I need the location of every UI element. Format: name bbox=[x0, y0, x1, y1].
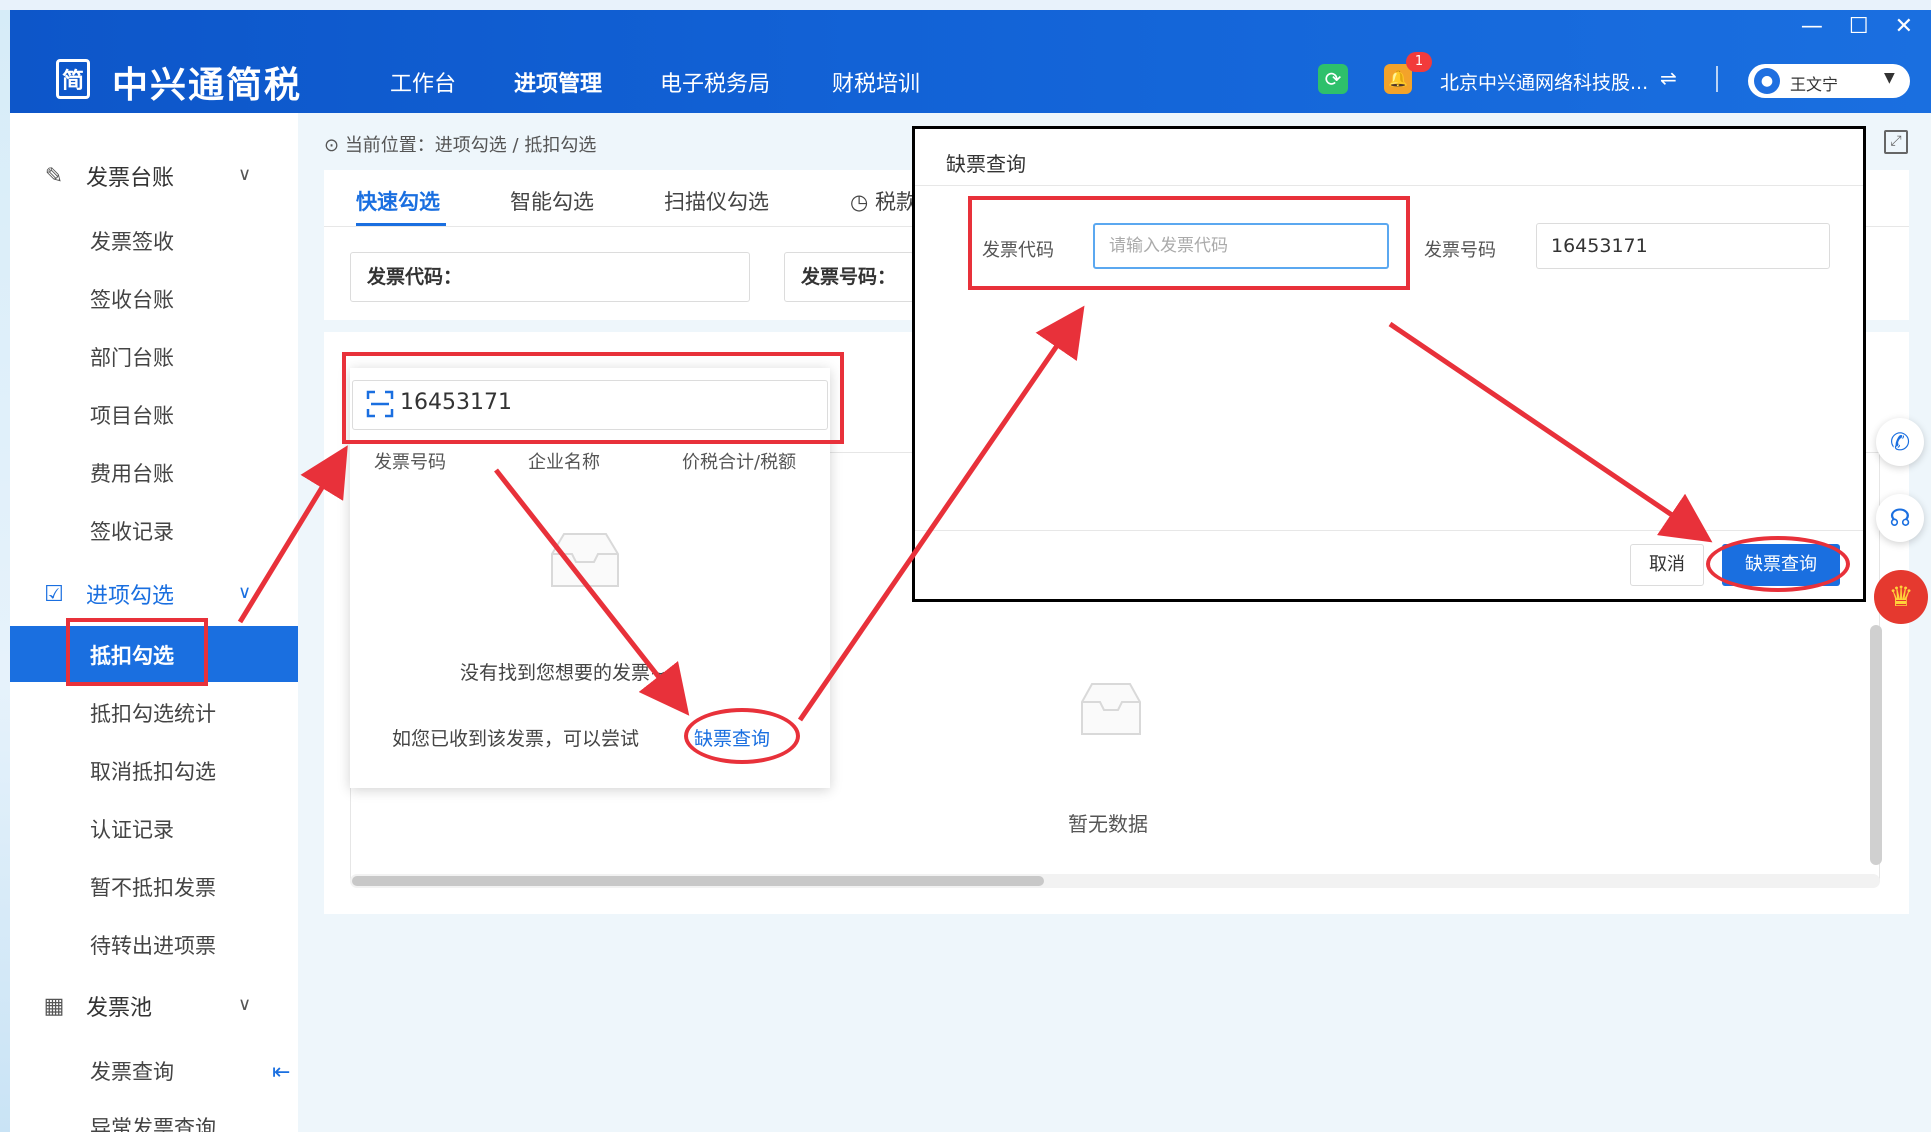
app-logo-icon: 简 bbox=[56, 59, 90, 99]
refresh-icon[interactable]: ⟳ bbox=[1318, 64, 1348, 94]
sidebar-group-label: 发票台账 bbox=[86, 166, 175, 191]
column-header: 发票号码 bbox=[374, 452, 446, 473]
grid-icon: ▦ bbox=[43, 993, 65, 1019]
headset-icon[interactable]: ☊ bbox=[1876, 494, 1924, 542]
sidebar-item[interactable]: 待转出进项票 bbox=[90, 930, 216, 960]
nav-e-tax-bureau[interactable]: 电子税务局 bbox=[660, 66, 770, 98]
sidebar-item[interactable]: 取消抵扣勾选 bbox=[90, 756, 216, 786]
column-header: 企业名称 bbox=[528, 452, 600, 473]
close-icon[interactable]: ✕ bbox=[1895, 14, 1913, 39]
annotation-box-sidebar bbox=[66, 618, 208, 686]
tab-quick-select[interactable]: 快速勾选 bbox=[356, 186, 440, 216]
empty-data-text: 暂无数据 bbox=[1068, 812, 1148, 836]
no-result-message: 没有找到您想要的发票~~ bbox=[460, 662, 682, 684]
dialog-footer-divider bbox=[915, 530, 1863, 531]
empty-inbox-icon bbox=[1081, 683, 1141, 735]
annotation-ellipse-link bbox=[684, 708, 800, 764]
page-background-top bbox=[0, 0, 1931, 10]
sidebar-group-input-select[interactable]: ☑ 进项勾选 bbox=[40, 578, 174, 610]
sidebar-group-label: 进项勾选 bbox=[86, 584, 175, 609]
company-name[interactable]: 北京中兴通网络科技股... bbox=[1440, 68, 1648, 95]
checkbox-icon: ☑ bbox=[44, 581, 64, 607]
expand-icon[interactable]: ⤢ bbox=[1884, 130, 1908, 154]
sidebar-item[interactable]: 发票查询 bbox=[90, 1056, 174, 1086]
sidebar-item[interactable]: 费用台账 bbox=[90, 458, 174, 488]
nav-tax-training[interactable]: 财税培训 bbox=[832, 66, 920, 98]
clock-icon: ◷ bbox=[850, 190, 875, 214]
vertical-scroll-thumb[interactable] bbox=[1870, 625, 1882, 865]
sidebar-item[interactable]: 异常发票查询 bbox=[90, 1112, 216, 1132]
annotation-box-search bbox=[342, 352, 844, 444]
chevron-down-icon[interactable]: ∨ bbox=[238, 994, 251, 1015]
breadcrumb: ⊙ 当前位置：进项勾选 / 抵扣勾选 bbox=[324, 135, 597, 156]
hint-text: 如您已收到该发票，可以尝试 bbox=[392, 728, 640, 750]
sidebar-item[interactable]: 发票签收 bbox=[90, 226, 174, 256]
window-controls: — ☐ ✕ bbox=[1801, 14, 1913, 39]
chevron-down-icon[interactable]: ∨ bbox=[238, 164, 251, 185]
cancel-button[interactable]: 取消 bbox=[1630, 544, 1704, 586]
invoice-code-field[interactable]: 发票代码： bbox=[350, 252, 750, 302]
app-name: 中兴通简税 bbox=[112, 65, 303, 106]
horizontal-scroll-thumb[interactable] bbox=[352, 876, 1044, 886]
dialog-divider bbox=[915, 185, 1863, 186]
trophy-icon[interactable]: ♛ bbox=[1874, 570, 1928, 624]
sidebar-group-invoice-ledger[interactable]: ✎ 发票台账 bbox=[40, 160, 174, 192]
annotation-box-code-input bbox=[968, 196, 1410, 290]
sidebar-item[interactable]: 项目台账 bbox=[90, 400, 174, 430]
phone-icon[interactable]: ✆ bbox=[1876, 418, 1924, 466]
empty-inbox-icon bbox=[551, 533, 619, 587]
sidebar-group-invoice-pool[interactable]: ▦ 发票池 bbox=[40, 990, 152, 1022]
sidebar-item[interactable]: 暂不抵扣发票 bbox=[90, 872, 216, 902]
chevron-down-icon[interactable]: ▼ bbox=[1884, 70, 1895, 86]
annotation-ellipse-button bbox=[1706, 536, 1850, 592]
maximize-icon[interactable]: ☐ bbox=[1849, 14, 1869, 39]
sidebar-group-label: 发票池 bbox=[86, 996, 153, 1021]
switch-company-icon[interactable]: ⇌ bbox=[1660, 66, 1677, 90]
dialog-title: 缺票查询 bbox=[946, 152, 1026, 176]
location-icon: ⊙ bbox=[324, 135, 345, 156]
sidebar-item[interactable]: 签收记录 bbox=[90, 516, 174, 546]
sidebar-item[interactable]: 抵扣勾选统计 bbox=[90, 698, 216, 728]
header-divider bbox=[1716, 66, 1718, 92]
sidebar-item[interactable]: 认证记录 bbox=[90, 814, 174, 844]
notification-badge: 1 bbox=[1406, 52, 1432, 72]
invoice-number-field[interactable]: 发票号码： bbox=[784, 252, 914, 302]
chevron-down-icon[interactable]: ∨ bbox=[238, 582, 251, 603]
tab-scanner-select[interactable]: 扫描仪勾选 bbox=[664, 186, 769, 216]
column-header: 价税合计/税额 bbox=[682, 452, 797, 473]
user-name: 王文宁 bbox=[1790, 75, 1839, 94]
tab-smart-select[interactable]: 智能勾选 bbox=[510, 186, 594, 216]
invoice-number-label: 发票号码 bbox=[1424, 240, 1496, 261]
avatar-icon: ● bbox=[1754, 68, 1780, 94]
sidebar-item[interactable]: 签收台账 bbox=[90, 284, 174, 314]
edit-icon: ✎ bbox=[44, 163, 64, 189]
nav-workbench[interactable]: 工作台 bbox=[390, 66, 456, 98]
minimize-icon[interactable]: — bbox=[1801, 14, 1823, 39]
invoice-number-input[interactable]: 16453171 bbox=[1536, 223, 1830, 269]
tab-tax[interactable]: ◷ 税款 bbox=[850, 186, 917, 216]
nav-input-management[interactable]: 进项管理 bbox=[514, 66, 602, 98]
sidebar-item[interactable]: 部门台账 bbox=[90, 342, 174, 372]
collapse-sidebar-icon[interactable]: ⇤ bbox=[272, 1060, 298, 1086]
